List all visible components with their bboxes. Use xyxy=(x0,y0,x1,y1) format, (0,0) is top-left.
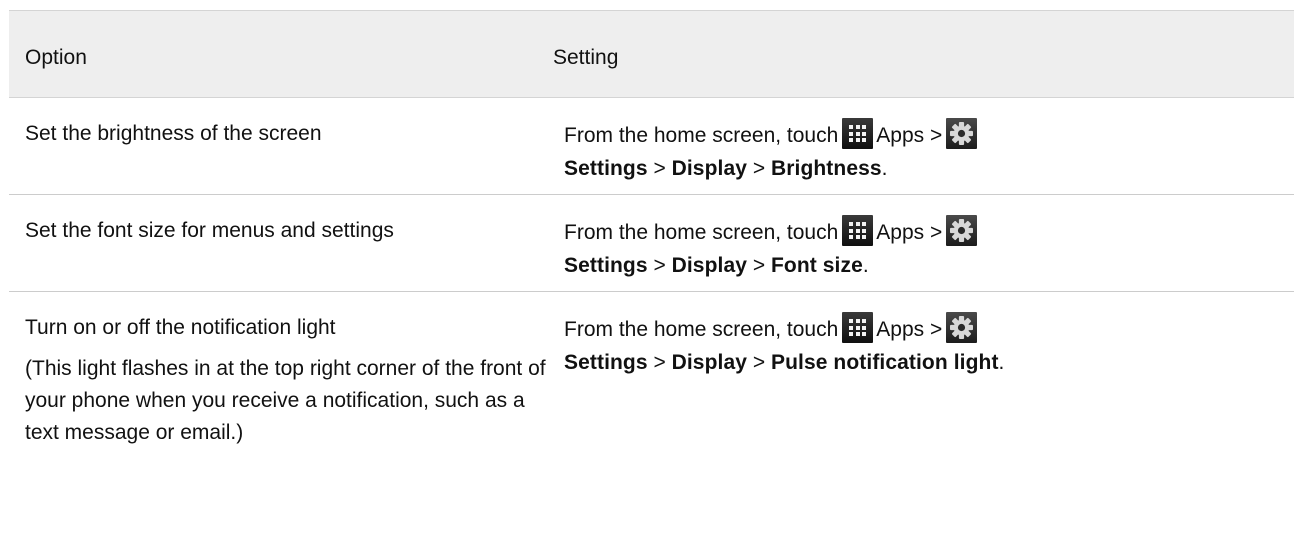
separator: > xyxy=(752,351,766,374)
option-text: Turn on or off the notification light xyxy=(25,316,336,339)
settings-label: Settings xyxy=(564,351,648,374)
option-note: (This light flashes in at the top right … xyxy=(25,357,546,444)
settings-label: Settings xyxy=(564,157,648,180)
period: . xyxy=(998,351,1005,374)
path-prefix: From the home screen, touch xyxy=(564,221,839,244)
table-row: Turn on or off the notification light (T… xyxy=(9,292,1294,532)
apps-grid-icon xyxy=(842,312,874,343)
display-label: Display xyxy=(671,254,748,277)
header-option: Option xyxy=(25,46,87,69)
separator: > xyxy=(752,254,766,277)
separator: > xyxy=(752,157,766,180)
setting-cell: From the home screen, touch Apps > Setting… xyxy=(564,312,1284,379)
setting-cell: From the home screen, touch Apps > Setting… xyxy=(564,118,1284,185)
display-label: Display xyxy=(671,351,748,374)
settings-gear-icon xyxy=(946,118,978,149)
separator: > xyxy=(653,254,666,277)
apps-label: Apps xyxy=(876,318,925,341)
option-text: Set the brightness of the screen xyxy=(25,122,322,145)
separator: > xyxy=(930,221,943,244)
option-cell: Set the brightness of the screen xyxy=(25,119,550,149)
path-prefix: From the home screen, touch xyxy=(564,124,839,147)
apps-label: Apps xyxy=(876,221,925,244)
table-header: Option Setting xyxy=(9,10,1294,98)
option-cell: Turn on or off the notification light (T… xyxy=(25,313,550,449)
final-setting-label: Brightness xyxy=(770,157,882,180)
separator: > xyxy=(930,318,943,341)
settings-gear-icon xyxy=(946,215,978,246)
separator: > xyxy=(653,351,666,374)
apps-grid-icon xyxy=(842,118,874,149)
settings-gear-icon xyxy=(946,312,978,343)
period: . xyxy=(881,157,888,180)
apps-label: Apps xyxy=(876,124,925,147)
separator: > xyxy=(930,124,943,147)
settings-table: Option Setting Set the brightness of the… xyxy=(9,10,1294,532)
table-row: Set the brightness of the screen From th… xyxy=(9,98,1294,195)
option-text: Set the font size for menus and settings xyxy=(25,219,394,242)
display-label: Display xyxy=(671,157,748,180)
path-prefix: From the home screen, touch xyxy=(564,318,839,341)
final-setting-label: Pulse notification light xyxy=(770,351,999,374)
period: . xyxy=(862,254,869,277)
table-row: Set the font size for menus and settings… xyxy=(9,195,1294,292)
settings-label: Settings xyxy=(564,254,648,277)
separator: > xyxy=(653,157,666,180)
setting-cell: From the home screen, touch Apps > Setting… xyxy=(564,215,1284,282)
apps-grid-icon xyxy=(842,215,874,246)
final-setting-label: Font size xyxy=(770,254,863,277)
header-setting: Setting xyxy=(553,46,619,69)
option-cell: Set the font size for menus and settings xyxy=(25,216,550,246)
